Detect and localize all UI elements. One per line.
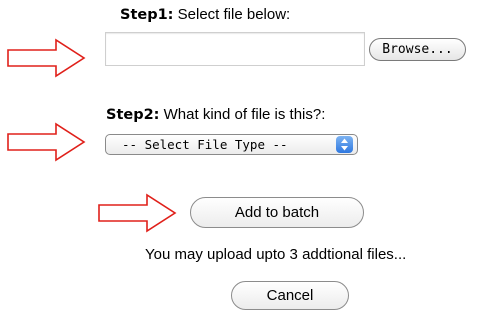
add-to-batch-button[interactable]: Add to batch (190, 197, 364, 228)
right-arrow-icon (7, 122, 86, 162)
file-type-select[interactable]: -- Select File Type -- (105, 134, 358, 155)
file-type-select-value: -- Select File Type -- (122, 137, 288, 152)
file-path-input[interactable] (105, 32, 365, 66)
step2-label-text: What kind of file is this?: (159, 106, 326, 123)
step2-label-bold: Step2: (106, 107, 160, 123)
step1-label-text: Select file below: (173, 6, 291, 23)
right-arrow-icon (7, 38, 86, 78)
step1-heading: Step1: Select file below: (120, 6, 290, 23)
right-arrow-icon (98, 193, 177, 233)
step2-heading: Step2: What kind of file is this?: (106, 106, 325, 123)
browse-button[interactable]: Browse... (369, 38, 466, 61)
cancel-button[interactable]: Cancel (231, 281, 349, 310)
step1-label-bold: Step1: (120, 7, 174, 23)
select-stepper-icon (336, 136, 353, 153)
remaining-files-text: You may upload upto 3 addtional files... (145, 246, 407, 263)
